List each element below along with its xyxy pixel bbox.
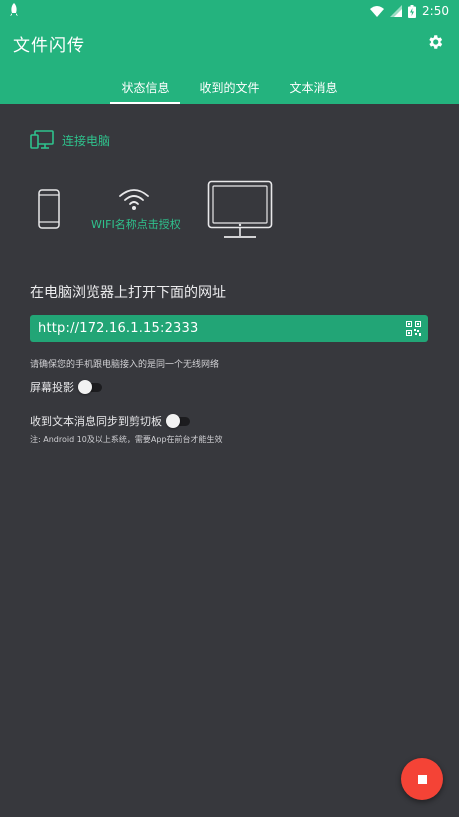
signal-icon xyxy=(390,5,403,17)
stop-service-button[interactable] xyxy=(401,758,443,800)
android-note: 注: Android 10及以上系统，需要App在前台才能生效 xyxy=(30,435,223,444)
wifi-name-authorize-link[interactable]: WIFI名称点击授权 xyxy=(91,216,181,232)
tab-text-messages[interactable]: 文本消息 xyxy=(279,72,349,104)
toggle-thumb xyxy=(78,380,92,394)
clipboard-sync-toggle[interactable] xyxy=(166,414,192,428)
connect-computer-label: 连接电脑 xyxy=(62,133,111,148)
status-bar: 2:50 xyxy=(0,0,459,22)
settings-button[interactable] xyxy=(425,32,445,52)
stop-icon xyxy=(417,774,427,784)
battery-charging-icon xyxy=(408,4,417,18)
gear-icon xyxy=(429,35,443,49)
tab-text-messages-label: 文本消息 xyxy=(289,81,338,95)
connect-computer-button[interactable]: 连接电脑 xyxy=(30,130,110,150)
clipboard-sync-label: 收到文本消息同步到剪切板 xyxy=(30,415,162,428)
screen-projection-label: 屏幕投影 xyxy=(30,381,74,394)
clipboard-sync-row: 收到文本消息同步到剪切板 xyxy=(30,413,192,429)
app-header: 2:50 文件闪传 状态信息 收到的文件 文本消息 xyxy=(0,0,459,104)
monitor-illustration-icon xyxy=(207,180,273,238)
tab-status-label: 状态信息 xyxy=(121,81,170,95)
same-network-note: 请确保您的手机跟电脑接入的是同一个无线网络 xyxy=(30,360,220,370)
devices-icon xyxy=(30,130,54,149)
tab-bar: 状态信息 收到的文件 文本消息 xyxy=(0,72,459,104)
screen-projection-row: 屏幕投影 xyxy=(30,379,104,395)
phone-illustration-icon xyxy=(38,189,60,229)
toggle-thumb xyxy=(166,414,180,428)
clock-time: 2:50 xyxy=(422,4,449,18)
url-text: http://172.16.1.15:2333 xyxy=(38,321,199,336)
url-field[interactable]: http://172.16.1.15:2333 xyxy=(30,315,428,342)
app-title: 文件闪传 xyxy=(13,36,85,56)
tab-received-files-label: 收到的文件 xyxy=(199,81,260,95)
wifi-signal-icon xyxy=(119,189,149,210)
rocket-icon xyxy=(8,2,20,20)
tab-received-files[interactable]: 收到的文件 xyxy=(188,72,270,104)
wifi-icon xyxy=(370,5,385,17)
tab-status[interactable]: 状态信息 xyxy=(110,72,181,104)
qr-code-icon[interactable] xyxy=(406,321,421,336)
screen-projection-toggle[interactable] xyxy=(78,380,104,394)
open-url-heading: 在电脑浏览器上打开下面的网址 xyxy=(30,285,226,301)
